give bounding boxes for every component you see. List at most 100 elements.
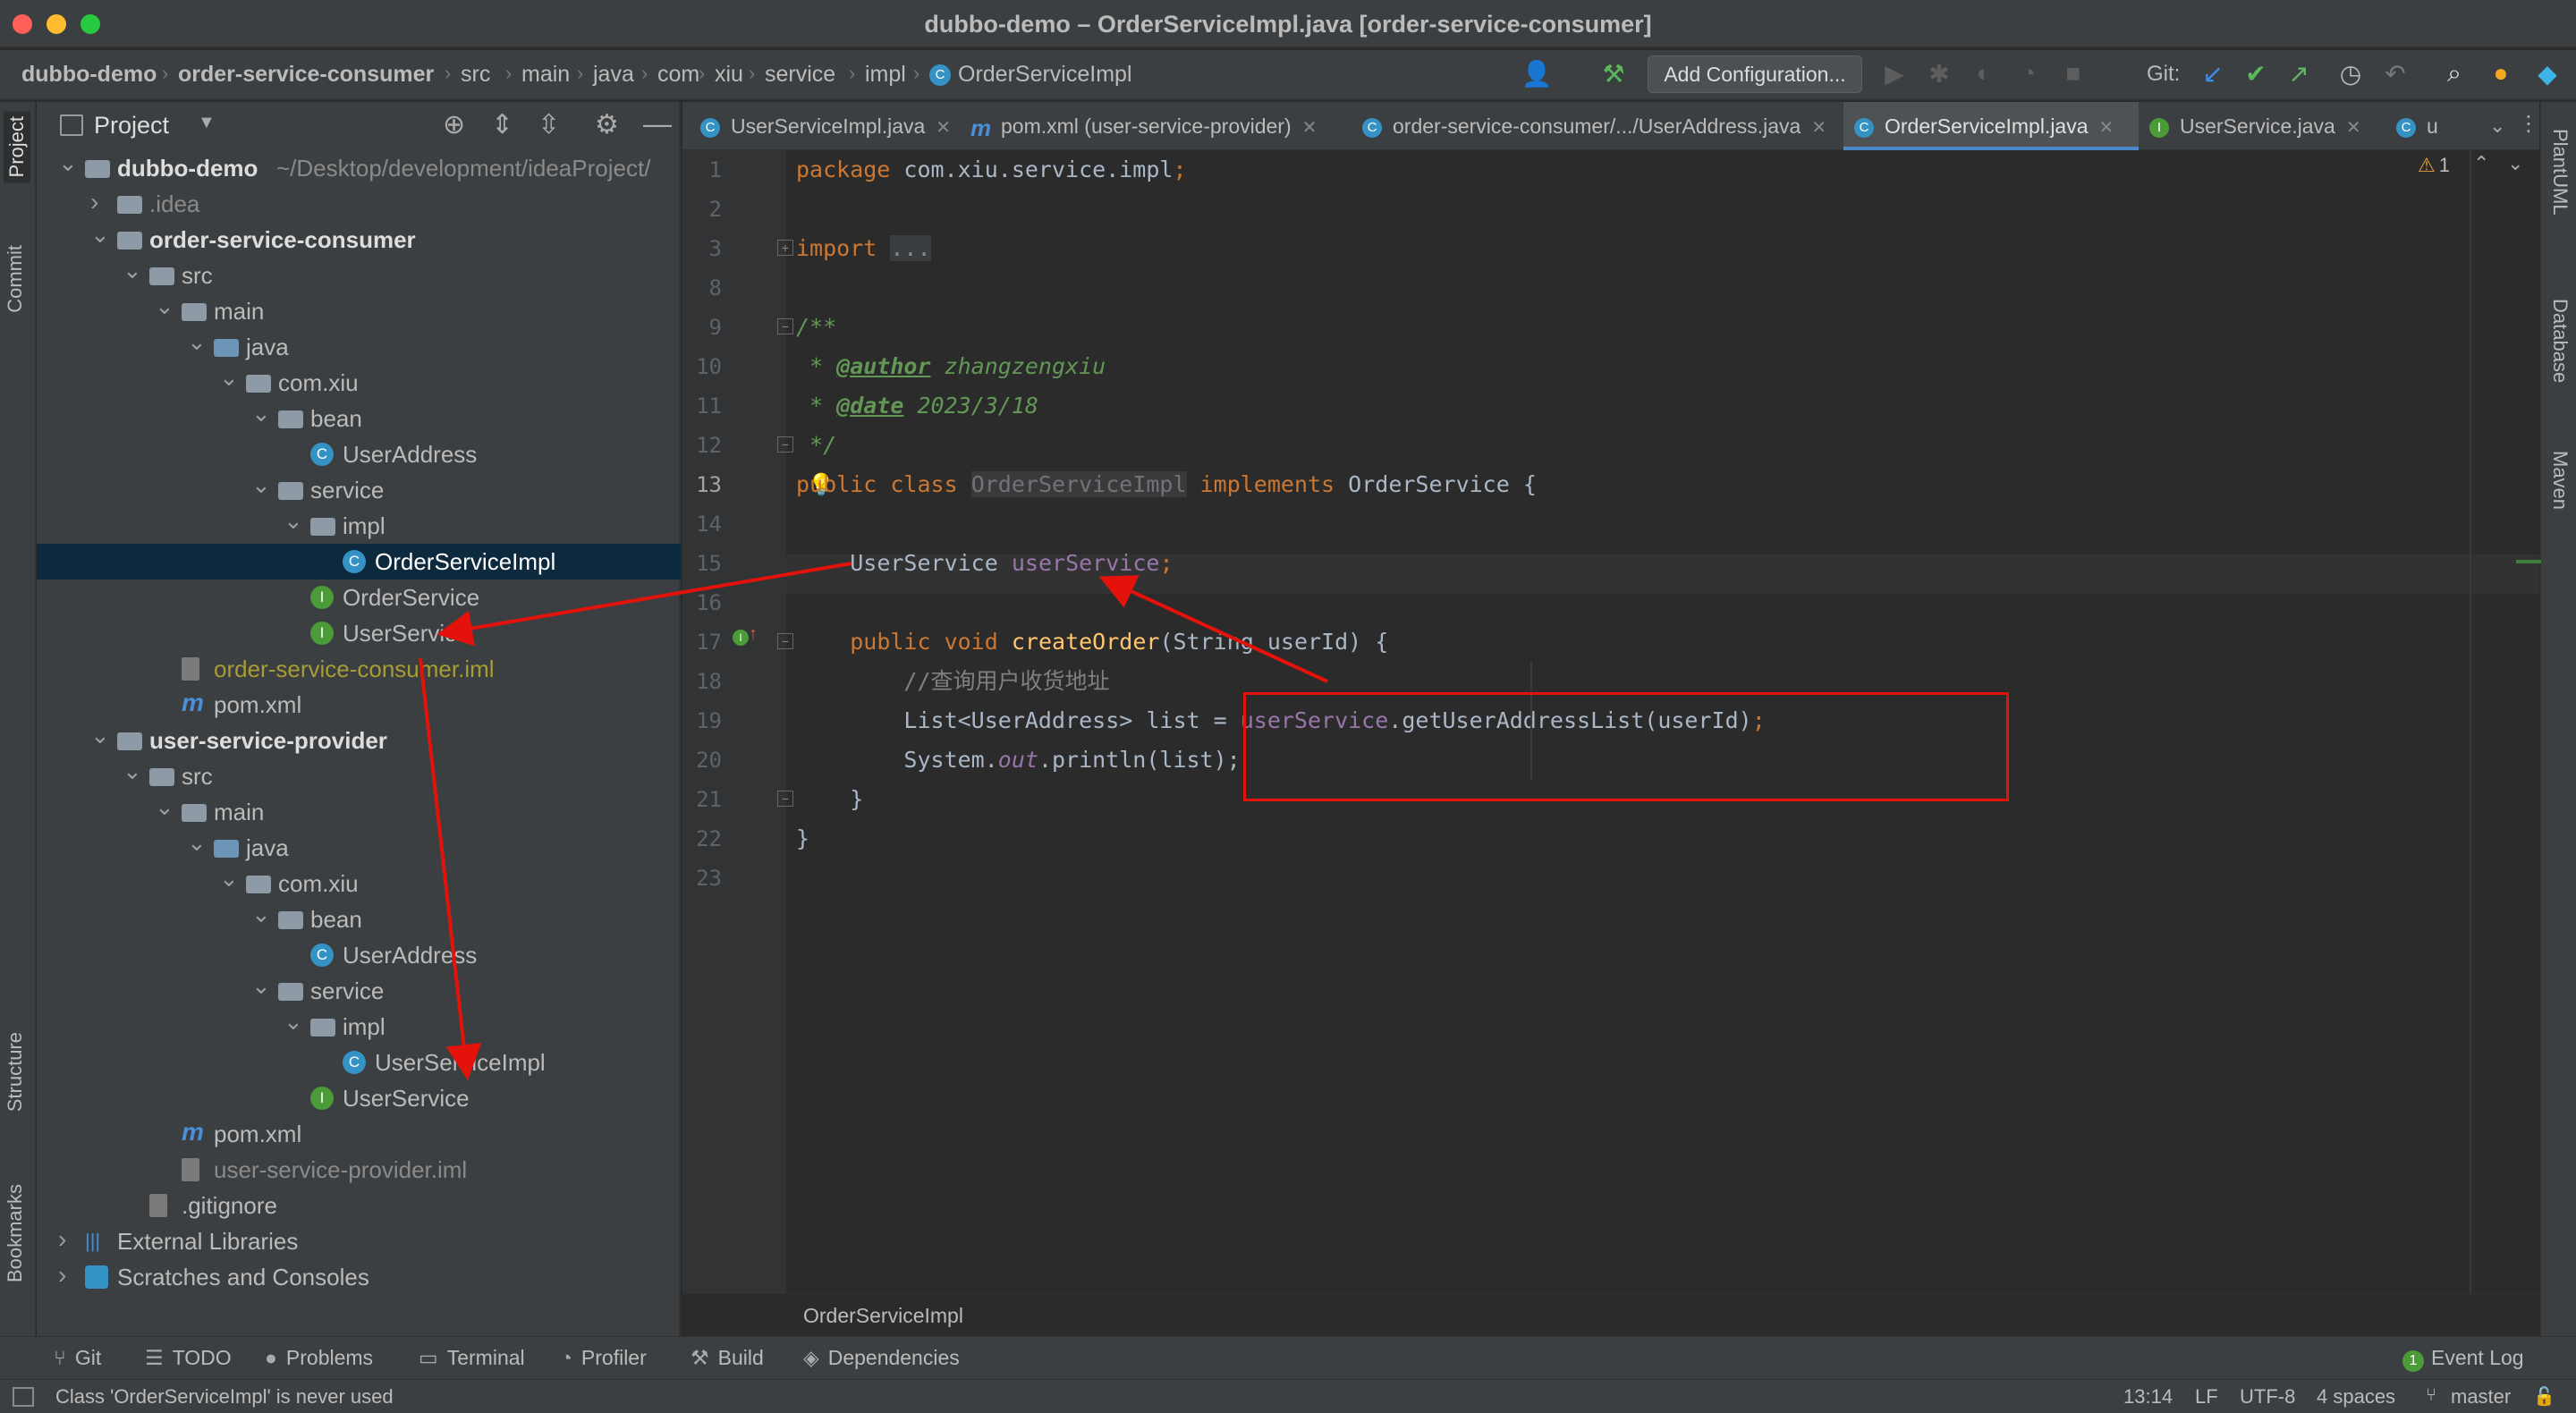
locate-icon[interactable]: ⊕ (443, 109, 465, 140)
chevron-right-icon[interactable]: › (90, 184, 98, 220)
tool-window-todo[interactable]: ☰ TODO (145, 1346, 232, 1370)
tree-item[interactable]: ⌄ src (37, 757, 681, 794)
structure-tool-tab[interactable]: Structure (4, 1032, 27, 1112)
chevron-down-icon[interactable]: ⌄ (251, 896, 271, 932)
git-history-icon[interactable]: ◷ (2334, 59, 2367, 89)
tab-list-icon[interactable]: ⌄ (2489, 114, 2505, 138)
breadcrumb-item[interactable]: dubbo-demo (21, 62, 157, 88)
user-icon[interactable]: 👤 (1521, 59, 1553, 89)
tree-item[interactable]: ⌄ impl (37, 507, 681, 544)
tree-item[interactable]: ⌄ main (37, 292, 681, 329)
lock-icon[interactable]: 🔓 (2533, 1385, 2555, 1408)
editor-breadcrumb[interactable]: OrderServiceImpl (682, 1293, 2539, 1336)
git-branch[interactable]: master (2451, 1385, 2511, 1409)
close-tab-icon[interactable]: ✕ (2346, 118, 2361, 138)
editor-tab[interactable]: C OrderServiceImpl.java ✕ (1843, 102, 2139, 150)
chevron-down-icon[interactable]: ⌄ (284, 1003, 303, 1039)
editor-tab[interactable]: C UserServiceImpl.java ✕ (690, 102, 958, 150)
chevron-down-icon[interactable]: ⌄ (58, 145, 78, 181)
tree-item[interactable]: ⌄ service (37, 972, 681, 1009)
chevron-down-icon[interactable]: ⌄ (123, 753, 142, 789)
chevron-down-icon[interactable]: ⌄ (251, 467, 271, 503)
breadcrumb-item[interactable]: src (461, 62, 490, 88)
debug-icon[interactable]: ✱ (1923, 59, 1955, 89)
tree-item[interactable]: ⌄ com.xiu (37, 865, 681, 901)
git-rollback-icon[interactable]: ↶ (2379, 59, 2411, 89)
tree-item[interactable]: order-service-consumer.iml (37, 651, 681, 687)
tree-item[interactable]: › .idea (37, 186, 681, 222)
close-tab-icon[interactable]: ✕ (1811, 118, 1824, 138)
tool-window-git[interactable]: ⑂ Git (54, 1346, 101, 1370)
tree-item[interactable]: ⌄ impl (37, 1008, 681, 1045)
warning-icon[interactable]: ⚠ 1 (2418, 154, 2450, 177)
fold-icon[interactable]: − (777, 436, 793, 453)
tree-item[interactable]: .gitignore (37, 1188, 681, 1223)
coverage-icon[interactable]: ◐ (1968, 59, 2000, 88)
caret-position[interactable]: 13:14 (2123, 1385, 2173, 1409)
chevron-down-icon[interactable]: ⌄ (187, 324, 207, 360)
fold-icon[interactable]: + (777, 240, 793, 256)
tree-item[interactable]: C UserAddress (37, 937, 681, 973)
fold-icon[interactable]: − (777, 318, 793, 334)
tool-window-problems[interactable]: ● Problems (265, 1346, 373, 1370)
editor-tab[interactable]: m pom.xml (user-service-provider) ✕ (960, 102, 1343, 150)
stop-icon[interactable]: ■ (2057, 59, 2089, 88)
chevron-down-icon[interactable]: ⌄ (90, 216, 110, 252)
git-push-icon[interactable]: ↗ (2283, 59, 2315, 89)
build-hammer-icon[interactable]: ⚒ (1597, 59, 1630, 89)
close-tab-icon[interactable]: ✕ (2099, 118, 2114, 138)
tool-window-terminal[interactable]: ▭ Terminal (419, 1346, 525, 1370)
chevron-right-icon[interactable]: › (58, 1257, 66, 1293)
collapse-all-icon[interactable]: ⇳ (538, 109, 560, 140)
implements-gutter-icon[interactable]: I (733, 630, 749, 646)
breadcrumb-item[interactable]: java (593, 62, 634, 88)
breadcrumb-item[interactable]: main (521, 62, 570, 88)
more-options-icon[interactable]: ⋮ (2518, 111, 2539, 137)
hide-panel-icon[interactable]: — (643, 107, 672, 140)
chevron-down-icon[interactable]: ⌄ (219, 860, 239, 896)
tree-item[interactable]: ⌄ main (37, 793, 681, 830)
git-commit-icon[interactable]: ✔ (2240, 59, 2272, 89)
breadcrumb-item[interactable]: order-service-consumer (178, 62, 434, 88)
tree-item[interactable]: user-service-provider.iml (37, 1152, 681, 1188)
tree-item[interactable]: ⌄ java (37, 829, 681, 866)
git-update-icon[interactable]: ↙ (2197, 59, 2229, 89)
tree-item[interactable]: m pom.xml (37, 1116, 681, 1152)
chevron-down-icon[interactable]: ⌄ (155, 288, 174, 324)
layout-icon[interactable] (13, 1387, 34, 1407)
toolbox-icon[interactable]: ◆ (2531, 59, 2563, 89)
chevron-down-icon[interactable]: ⌄ (155, 789, 174, 825)
tree-item[interactable]: C UserAddress (37, 436, 681, 472)
maven-tool-tab[interactable]: Maven (2548, 451, 2572, 510)
breadcrumb-item[interactable]: xiu (715, 62, 743, 88)
breadcrumb-item[interactable]: C OrderServiceImpl (929, 62, 1132, 88)
tree-item[interactable]: ⌄ dubbo-demo ~/Desktop/development/ideaPro… (37, 149, 681, 186)
chevron-down-icon[interactable]: ⌄ (187, 825, 207, 860)
project-view-selector[interactable]: Project (94, 112, 169, 140)
close-tab-icon[interactable]: ✕ (936, 118, 951, 138)
project-tool-tab[interactable]: Project (4, 111, 30, 183)
chevron-down-icon[interactable]: ⌄ (251, 968, 271, 1003)
fold-icon[interactable]: − (777, 791, 793, 807)
chevron-down-icon[interactable]: ⌄ (284, 503, 303, 538)
tree-item[interactable]: › Scratches and Consoles (37, 1259, 681, 1295)
bookmarks-tool-tab[interactable]: Bookmarks (4, 1184, 27, 1282)
editor-tab[interactable]: Cu (2385, 102, 2484, 150)
tree-item[interactable]: ⌄ bean (37, 901, 681, 937)
tree-item[interactable]: ⌄ src (37, 257, 681, 293)
add-configuration-button[interactable]: Add Configuration... (1648, 55, 1862, 93)
run-icon[interactable]: ▶ (1878, 59, 1911, 89)
chevron-down-icon[interactable]: ▼ (198, 113, 216, 133)
file-encoding[interactable]: UTF-8 (2240, 1385, 2295, 1409)
tree-item[interactable]: ⌄ java (37, 328, 681, 365)
breadcrumb-item[interactable]: service (765, 62, 835, 88)
expand-all-icon[interactable]: ⇕ (491, 109, 513, 140)
breadcrumb-item[interactable]: com (657, 62, 699, 88)
tree-item[interactable]: C UserServiceImpl (37, 1045, 681, 1080)
tool-window-dependencies[interactable]: ◈ Dependencies (803, 1346, 960, 1370)
gear-icon[interactable]: ⚙ (595, 109, 619, 140)
tree-item[interactable]: ⌄ service (37, 471, 681, 508)
chevron-down-icon[interactable]: ⌄ (219, 360, 239, 395)
plantuml-tool-tab[interactable]: PlantUML (2548, 129, 2572, 216)
tree-item[interactable]: ⌄ bean (37, 400, 681, 436)
